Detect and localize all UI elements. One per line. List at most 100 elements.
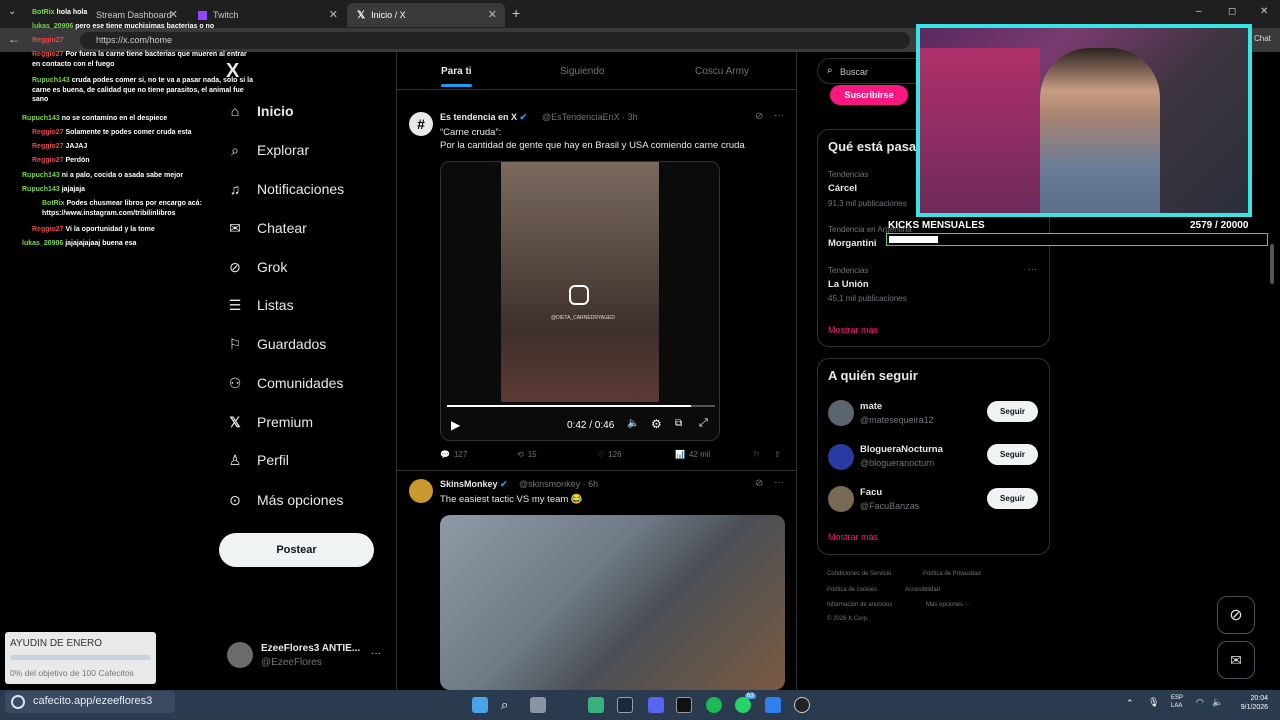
back-arrow-icon[interactable]: ← (8, 32, 20, 46)
tray-chevron-icon[interactable]: ⌃ (1126, 698, 1134, 709)
more-icon[interactable]: ··· (774, 110, 784, 121)
footer-link[interactable]: Política de Privacidad (923, 571, 981, 577)
like-action[interactable]: ♡ 126 (597, 450, 622, 459)
search-icon[interactable]: ⌕ (501, 697, 517, 713)
more-icon[interactable]: ··· (774, 477, 784, 488)
volume-icon[interactable]: 🔈 (627, 418, 639, 429)
trend-name[interactable]: La Unión (828, 279, 869, 290)
more-icon[interactable]: ··· (371, 648, 381, 659)
tab-para-ti[interactable]: Para ti (441, 66, 472, 87)
grok-icon[interactable]: ⊘ (755, 478, 763, 489)
maximize-button[interactable]: ◻ (1228, 6, 1236, 17)
sidebar-item-premium[interactable]: 𝕏 Premium (226, 410, 313, 434)
tab-inicio-x[interactable]: 𝕏 Inicio / X ✕ (347, 3, 505, 27)
show-more-link[interactable]: Mostrar más (828, 325, 878, 335)
close-tab-icon[interactable]: ✕ (329, 8, 338, 21)
sidebar-item-notificaciones[interactable]: ♫ Notificaciones (226, 177, 344, 201)
follow-button[interactable]: Seguir (987, 401, 1038, 422)
account-name: EzeeFlores3 ANTIE... (261, 643, 361, 654)
follow-button[interactable]: Seguir (987, 444, 1038, 465)
tweet[interactable]: SkinsMonkey ✔ @skinsmonkey · 6h ⊘ ··· Th… (397, 471, 796, 690)
footer-link[interactable]: Política de cookies (827, 587, 877, 593)
tweet-media[interactable] (440, 515, 785, 690)
messages-float-button[interactable]: ✉ (1217, 641, 1255, 679)
close-tab-icon[interactable]: ✕ (488, 8, 497, 21)
post-button[interactable]: Postear (219, 533, 374, 567)
search-box[interactable]: ⌕ Buscar (817, 58, 927, 84)
trend-name[interactable]: Morgantini (828, 238, 877, 249)
page-scrollbar[interactable] (1270, 244, 1274, 284)
chat-message: Rupuch143 ni a palo, cocida o asada sabe… (22, 172, 184, 179)
new-tab-button[interactable]: + (512, 5, 520, 21)
follow-name[interactable]: BlogueraNocturna (860, 444, 943, 455)
footer-link[interactable]: Información de anuncios (827, 602, 892, 608)
close-window-button[interactable]: ✕ (1260, 6, 1268, 17)
cafecito-url: cafecito.app/ezeeflores3 (33, 695, 153, 707)
sidebar-item-label: Inicio (257, 103, 294, 119)
language-indicator[interactable]: ESP LAA (1171, 694, 1183, 710)
follow-button[interactable]: Seguir (987, 488, 1038, 509)
sidebar-item-perfil[interactable]: ♙ Perfil (226, 448, 289, 472)
steam-app-icon[interactable] (617, 697, 633, 713)
views-action[interactable]: 📊 42 mil (675, 450, 710, 459)
subscribe-button[interactable]: Suscribirse (830, 85, 908, 105)
clock[interactable]: 20:04 9/1/2026 (1232, 694, 1268, 712)
vscode-app-icon[interactable] (765, 697, 781, 713)
minimize-button[interactable]: – (1196, 6, 1202, 17)
more-icon[interactable]: ··· (1028, 264, 1037, 274)
cafecito-icon (11, 695, 25, 709)
mic-icon[interactable]: 🎙 (1148, 697, 1159, 708)
terminal-app-icon[interactable] (676, 697, 692, 713)
whatsapp-app-icon[interactable] (735, 697, 751, 713)
grok-icon[interactable]: ⊘ (755, 111, 763, 122)
sidebar-item-label: Guardados (257, 336, 327, 352)
share-icon[interactable]: ⇪ (774, 450, 781, 459)
discord-app-icon[interactable] (648, 697, 664, 713)
sidebar-item-mas-opciones[interactable]: ⊙ Más opciones (226, 488, 343, 512)
spotify-app-icon[interactable] (706, 697, 722, 713)
play-icon[interactable]: ▶ (451, 418, 460, 432)
show-more-link[interactable]: Mostrar más (828, 532, 878, 542)
people-icon: ⚇ (228, 374, 242, 391)
settings-gear-icon[interactable]: ⚙ (651, 417, 662, 431)
video-frame (501, 162, 659, 402)
tweet[interactable]: # Es tendencia en X ✔ @EsTendenciaEnX · … (397, 104, 796, 470)
fullscreen-icon[interactable]: ⤢ (699, 417, 708, 430)
follow-name[interactable]: mate (860, 401, 882, 412)
bookmark-icon[interactable]: ⚐ (753, 450, 760, 459)
obs-app-icon[interactable] (794, 697, 810, 713)
trend-name[interactable]: Cárcel (828, 183, 857, 194)
tab-siguiendo[interactable]: Siguiendo (560, 66, 604, 77)
video-progress-track[interactable] (447, 405, 715, 407)
sidebar-item-inicio[interactable]: ⌂ Inicio (226, 99, 294, 123)
footer-link[interactable]: Condiciones de Servicio (827, 571, 891, 577)
sidebar-item-listas[interactable]: ☰ Listas (226, 293, 294, 317)
tweet-author[interactable]: SkinsMonkey ✔ (440, 479, 508, 490)
tab-coscu-army[interactable]: Coscu Army (695, 66, 749, 77)
tab-menu-chevron-icon[interactable]: ⌄ (8, 6, 16, 17)
follow-handle: @matesequeira12 (860, 415, 934, 425)
wifi-icon[interactable]: ◠ (1196, 697, 1204, 708)
reply-action[interactable]: 💬 127 (440, 450, 467, 459)
footer-link[interactable]: Accesibilidad (905, 587, 940, 593)
chat-toggle[interactable]: Chat (1254, 34, 1271, 43)
retweet-action[interactable]: ⟲ 15 (517, 450, 537, 459)
task-view-icon[interactable] (530, 697, 546, 713)
browser-app-icon[interactable] (588, 697, 604, 713)
tweet-author[interactable]: Es tendencia en X ✔ (440, 112, 527, 123)
windows-taskbar (0, 690, 1280, 720)
account-switcher[interactable]: EzeeFlores3 ANTIE... @EzeeFlores ··· (219, 636, 389, 676)
sidebar-item-comunidades[interactable]: ⚇ Comunidades (226, 371, 344, 395)
footer-link[interactable]: Más opciones ··· (926, 602, 971, 608)
sidebar-item-guardados[interactable]: ⚐ Guardados (226, 332, 327, 356)
picture-in-picture-icon[interactable]: ⧉ (675, 418, 682, 429)
tweet-handle: @EsTendenciaEnX · 3h (542, 112, 638, 122)
windows-start-icon[interactable] (472, 697, 488, 713)
sidebar-item-explorar[interactable]: ⌕ Explorar (226, 138, 309, 162)
follow-name[interactable]: Facu (860, 487, 882, 498)
sidebar-item-chatear[interactable]: ✉ Chatear (226, 216, 307, 240)
video-player[interactable]: @DIETA_CARNEDRYAGED ▶ 0:42 / 0:46 🔈 ⚙ ⧉ … (440, 161, 720, 441)
grok-float-button[interactable]: ⊘ (1217, 596, 1255, 634)
sidebar-item-grok[interactable]: ⊘ Grok (226, 255, 287, 279)
volume-icon[interactable]: 🔈 (1212, 697, 1223, 708)
